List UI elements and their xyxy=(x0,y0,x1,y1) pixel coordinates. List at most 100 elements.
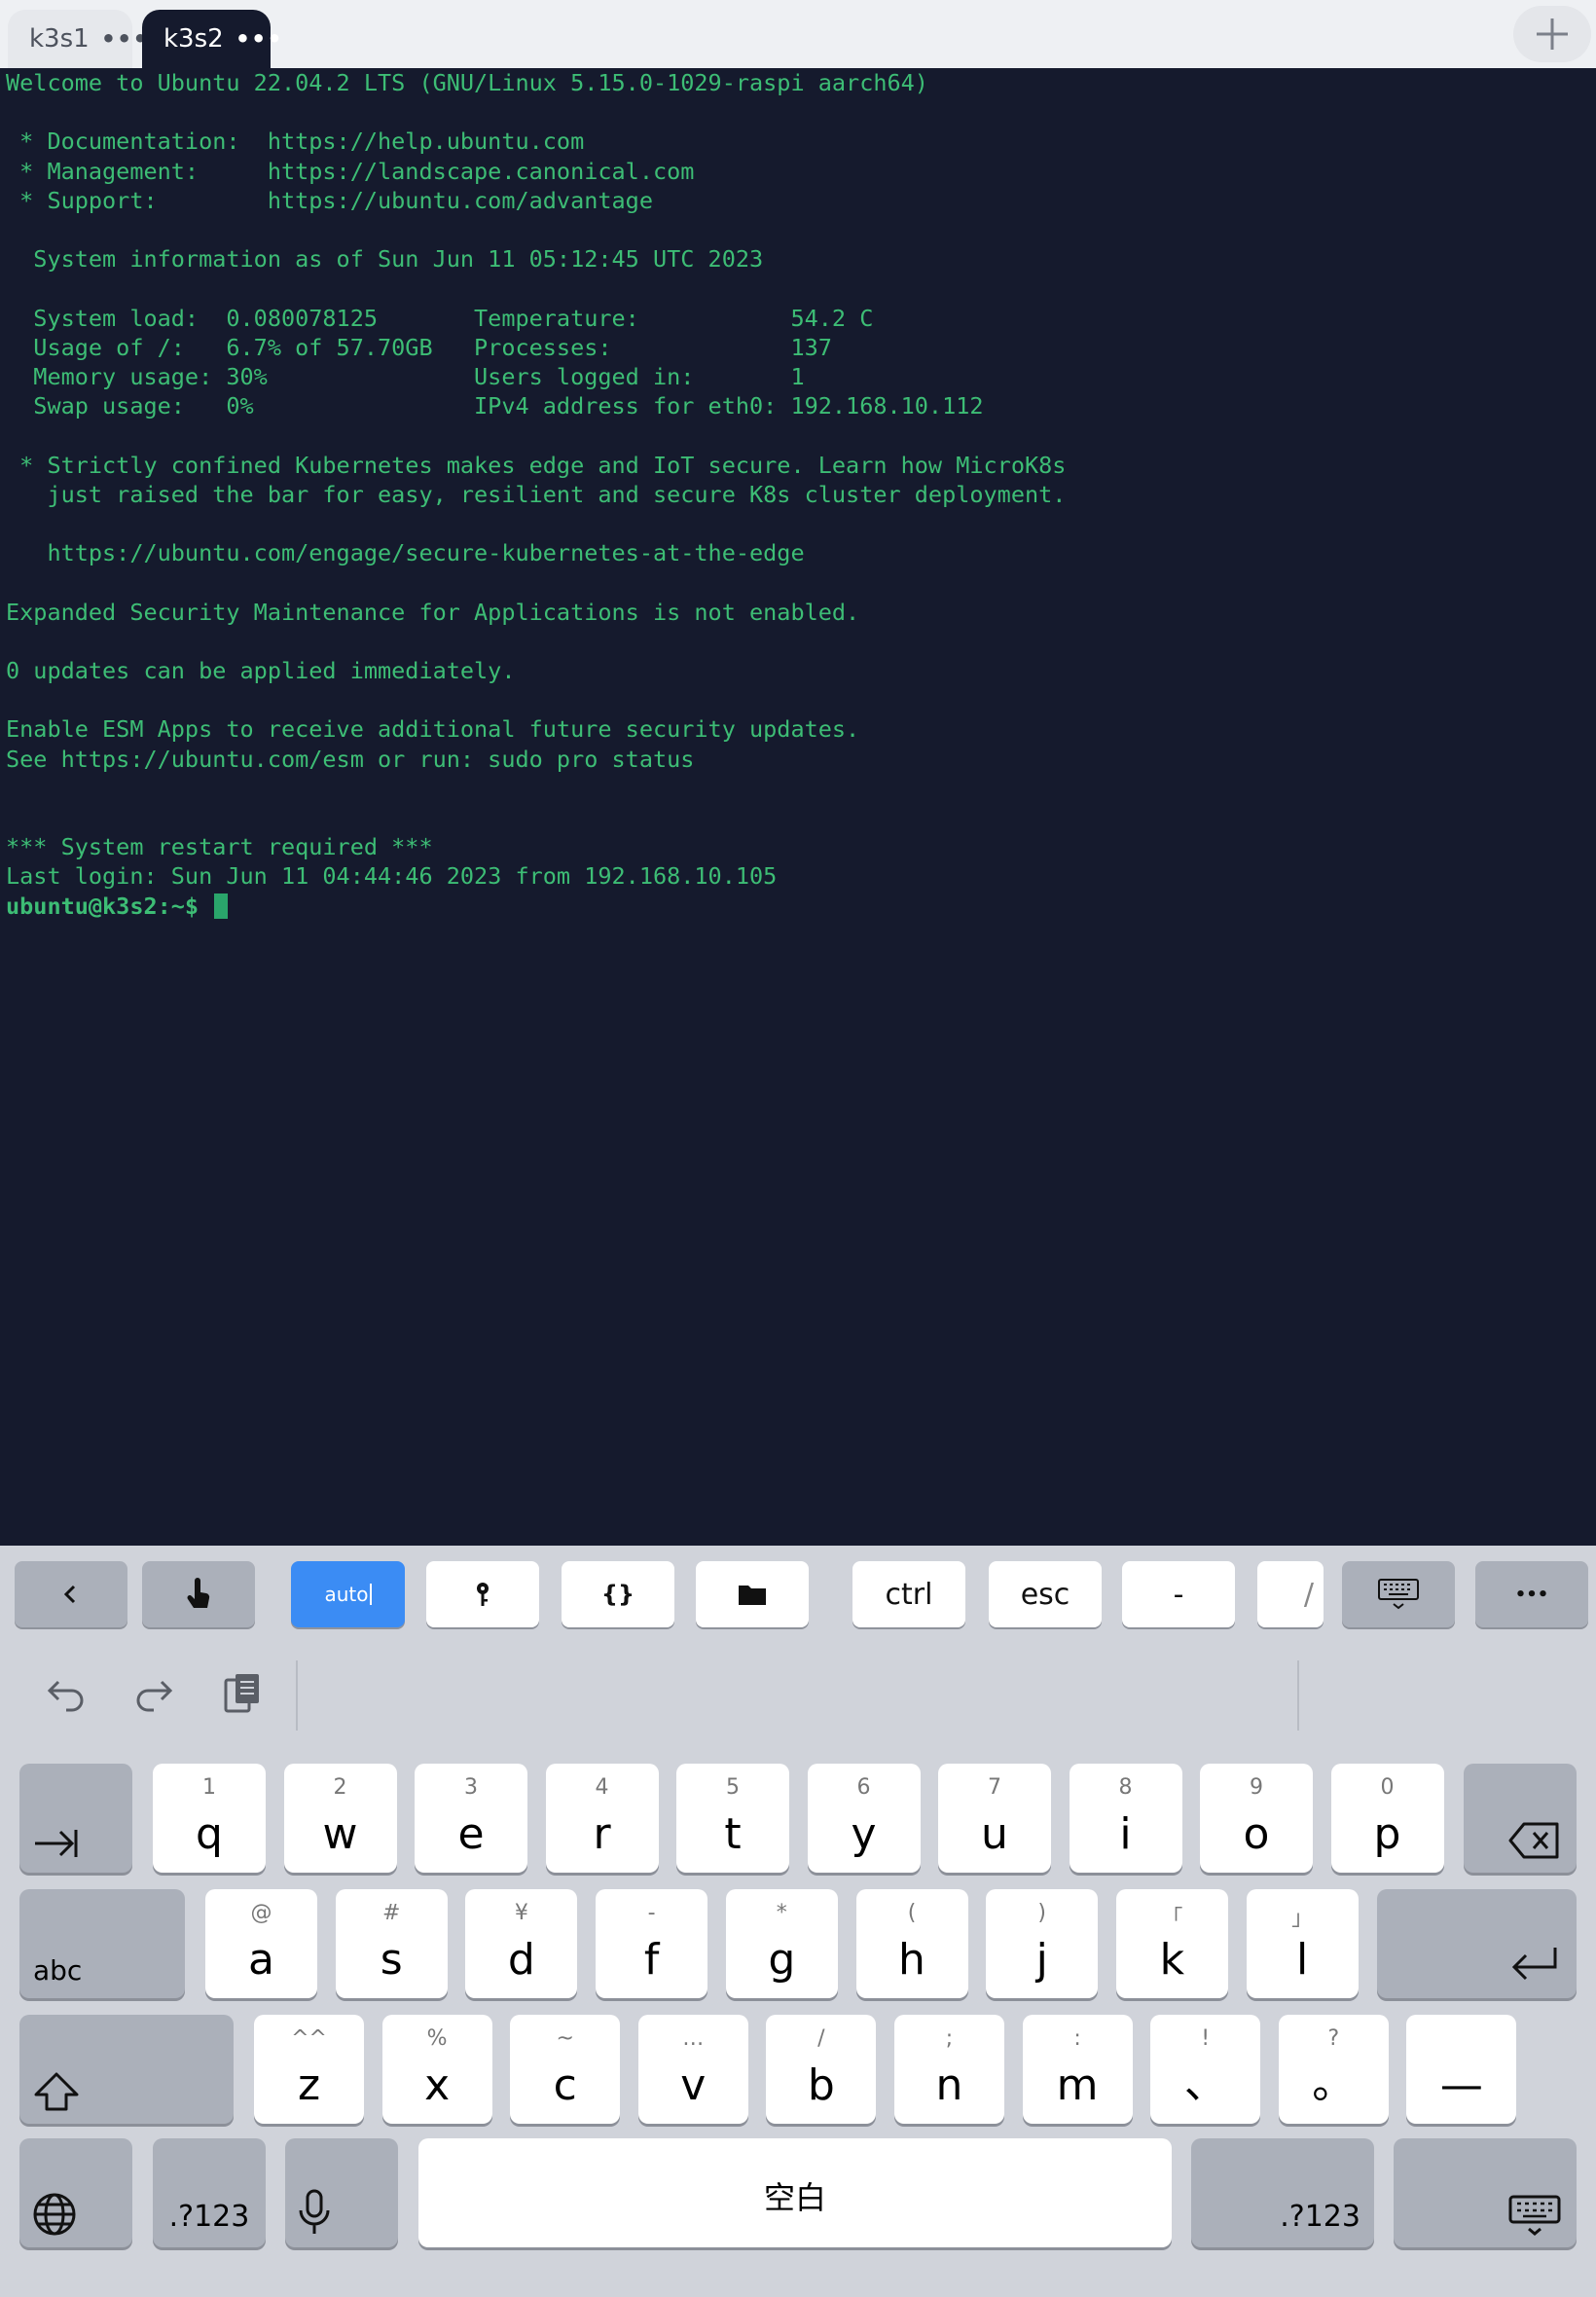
hand-pointer-icon xyxy=(187,1578,210,1608)
globe-key[interactable] xyxy=(19,2138,132,2247)
numbers-key-label: .?123 xyxy=(1280,2200,1360,2234)
ctrl-key-label: ctrl xyxy=(885,1577,933,1612)
key-label: h xyxy=(898,1935,925,1985)
key-1[interactable]: ^^ z xyxy=(254,2015,364,2124)
shift-key[interactable] xyxy=(19,2015,234,2124)
key-7[interactable]: ) j xyxy=(986,1889,1099,1998)
delete-key[interactable] xyxy=(1464,1764,1577,1873)
more-keys-key[interactable]: ••• xyxy=(1475,1561,1588,1627)
key-label: n xyxy=(935,2060,963,2110)
key-alt-label: 4 xyxy=(595,1775,609,1800)
key-label: k xyxy=(1159,1935,1185,1985)
key-7[interactable]: 7u xyxy=(938,1764,1051,1873)
key-9[interactable]: 9o xyxy=(1200,1764,1313,1873)
key-label: q xyxy=(196,1809,223,1859)
key-label: 。 xyxy=(1312,2059,1356,2108)
key-label: u xyxy=(981,1809,1008,1859)
key-10[interactable]: — xyxy=(1406,2015,1517,2124)
key-alt-label: 0 xyxy=(1380,1775,1395,1800)
tab-label: k3s1 xyxy=(29,24,90,54)
key-5[interactable]: / b xyxy=(766,2015,877,2124)
key-alt-label: % xyxy=(426,2026,448,2051)
key-5[interactable]: 5t xyxy=(676,1764,789,1873)
key-6[interactable]: 6y xyxy=(807,1764,921,1873)
key-9[interactable]: ?。 xyxy=(1278,2015,1389,2124)
redo-button[interactable] xyxy=(125,1664,183,1723)
key-2[interactable]: # s xyxy=(335,1889,448,1998)
key-alt-label: ( xyxy=(907,1901,917,1925)
key-4[interactable]: … v xyxy=(637,2015,748,2124)
numbers-key-right[interactable]: .?123 xyxy=(1191,2138,1374,2247)
key-label: m xyxy=(1056,2060,1099,2110)
slash-key-label: / xyxy=(1303,1577,1314,1612)
key-label: t xyxy=(724,1809,742,1859)
space-key[interactable]: 空白 xyxy=(418,2138,1172,2247)
tab-more-icon[interactable]: ••• xyxy=(236,25,283,53)
key-3[interactable]: 3e xyxy=(415,1764,527,1873)
key-icon xyxy=(477,1583,489,1606)
dash-key[interactable]: - xyxy=(1122,1561,1235,1627)
terminal-lines: Welcome to Ubuntu 22.04.2 LTS (GNU/Linux… xyxy=(6,69,1067,891)
key-alt-label: : xyxy=(1073,2026,1081,2051)
key-9[interactable]: 」 l xyxy=(1246,1889,1359,1998)
key-label: y xyxy=(851,1809,877,1859)
key-label: o xyxy=(1243,1809,1270,1859)
key-1[interactable]: 1q xyxy=(153,1764,266,1873)
tab-k3s1[interactable]: k3s1 ••• xyxy=(8,10,148,68)
touch-mode-key[interactable] xyxy=(142,1561,255,1627)
new-tab-button[interactable] xyxy=(1513,6,1591,62)
terminal-view[interactable]: Welcome to Ubuntu 22.04.2 LTS (GNU/Linux… xyxy=(0,68,1596,1546)
key-2[interactable]: % x xyxy=(381,2015,492,2124)
key-label: a xyxy=(248,1935,274,1985)
key-alt-label: 2 xyxy=(333,1775,347,1800)
key-6[interactable]: ; n xyxy=(894,2015,1004,2124)
key-3[interactable]: ~ c xyxy=(510,2015,621,2124)
snippets-key[interactable]: {} xyxy=(562,1561,674,1627)
key-label: 、 xyxy=(1183,2059,1227,2108)
more-icon: ••• xyxy=(1514,1584,1549,1605)
key-10[interactable]: 0p xyxy=(1330,1764,1444,1873)
undo-icon xyxy=(47,1680,84,1712)
shortcut-bar xyxy=(0,1643,1596,1750)
return-key[interactable] xyxy=(1377,1889,1577,1998)
auto-key[interactable]: auto xyxy=(291,1561,405,1627)
key-label: g xyxy=(768,1935,796,1985)
tab-arrow-icon xyxy=(35,1830,78,1857)
tab-key[interactable] xyxy=(19,1764,132,1873)
key-8[interactable]: 「k xyxy=(1115,1889,1228,1998)
key-label: l xyxy=(1295,1935,1309,1985)
hide-keyboard-key[interactable] xyxy=(1342,1561,1455,1627)
key-6[interactable]: (h xyxy=(855,1889,968,1998)
key-8[interactable]: !、 xyxy=(1150,2015,1261,2124)
key-alt-label: 1 xyxy=(202,1775,216,1800)
key-2[interactable]: 2w xyxy=(283,1764,397,1873)
abc-key[interactable]: abc xyxy=(19,1889,185,1998)
paste-button[interactable] xyxy=(214,1664,272,1723)
key-alt-label: 7 xyxy=(988,1775,1001,1800)
key-7[interactable]: :m xyxy=(1022,2015,1133,2124)
key-alt-label: ^^ xyxy=(291,2026,327,2051)
undo-button[interactable] xyxy=(37,1664,95,1723)
keyboard-switch-key[interactable] xyxy=(1394,2138,1577,2247)
dictation-key[interactable] xyxy=(285,2138,398,2247)
key-4[interactable]: -f xyxy=(596,1889,708,1998)
key-3[interactable]: ¥ d xyxy=(465,1889,578,1998)
key-label: b xyxy=(807,2060,835,2110)
slash-key[interactable]: / xyxy=(1257,1561,1324,1627)
files-key[interactable] xyxy=(696,1561,809,1627)
ctrl-key[interactable]: ctrl xyxy=(852,1561,965,1627)
key-8[interactable]: 8i xyxy=(1069,1764,1182,1873)
key-1[interactable]: @ a xyxy=(205,1889,317,1998)
key-shortcut-key[interactable] xyxy=(426,1561,539,1627)
back-key[interactable] xyxy=(15,1561,127,1627)
key-5[interactable]: * g xyxy=(725,1889,838,1998)
tab-k3s2[interactable]: k3s2 ••• xyxy=(142,10,282,68)
key-alt-label: # xyxy=(381,1901,401,1925)
key-label: f xyxy=(643,1935,660,1985)
folder-icon xyxy=(739,1586,766,1605)
esc-key[interactable]: esc xyxy=(989,1561,1102,1627)
numbers-key-left[interactable]: .?123 xyxy=(153,2138,266,2247)
key-4[interactable]: 4r xyxy=(545,1764,659,1873)
tab-bar: k3s1 ••• k3s2 ••• xyxy=(0,0,1596,68)
key-alt-label: @ xyxy=(250,1901,272,1925)
